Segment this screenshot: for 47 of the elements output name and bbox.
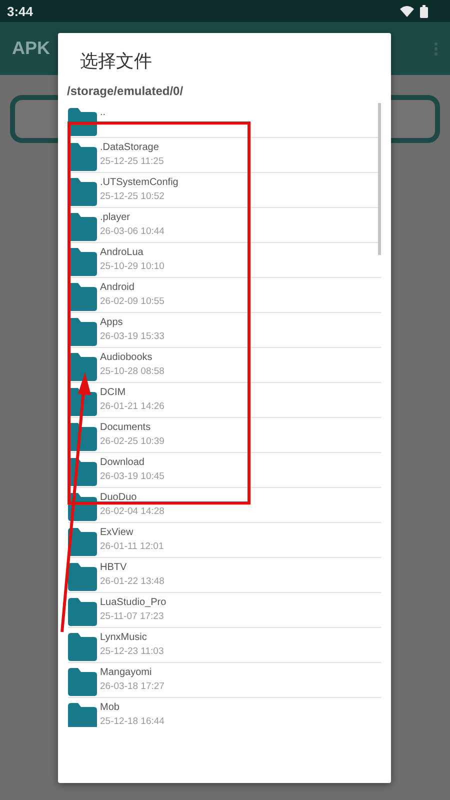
current-path: /storage/emulated/0/ (66, 83, 184, 100)
modified-date: 26-02-09 10:55 (100, 295, 164, 309)
folder-icon (68, 633, 97, 661)
modified-date: 25-12-25 11:25 (100, 155, 164, 169)
folder-name: .player (100, 211, 132, 225)
folder-name: Download (100, 456, 146, 470)
battery-icon (420, 4, 428, 18)
modified-date: 26-03-19 15:33 (100, 330, 164, 344)
modified-date: 26-02-04 14:28 (100, 505, 164, 519)
folder-name: ExView (100, 526, 134, 540)
folder-name: DCIM (100, 386, 127, 400)
modified-date: 26-02-25 10:39 (100, 435, 164, 449)
folder-icon (68, 598, 97, 626)
folder-name: AndroLua (100, 246, 144, 260)
folder-name: .. (100, 106, 106, 120)
scrollbar[interactable] (378, 103, 381, 255)
folder-icon (68, 563, 97, 591)
folder-name: LuaStudio_Pro (100, 596, 166, 610)
wifi-icon (400, 6, 414, 16)
folder-name: Documents (100, 421, 152, 435)
modified-date: 25-12-25 10:52 (100, 190, 166, 204)
folder-name: Mangayomi (100, 666, 153, 680)
folder-name: Audiobooks (100, 351, 154, 365)
folder-name: LynxMusic (100, 631, 148, 645)
modified-date: 25-10-29 10:10 (100, 260, 164, 274)
folder-name: Android (100, 281, 136, 295)
app-title: APK (12, 38, 50, 59)
folder-name: HBTV (100, 561, 128, 575)
folder-icon (68, 668, 97, 696)
modified-date: 25-11-07 17:23 (100, 610, 165, 624)
modified-date: 26-01-22 13:48 (100, 575, 164, 589)
status-time: 3:44 (7, 4, 34, 18)
modified-date: 25-10-28 08:58 (100, 365, 164, 379)
modified-date: 26-01-11 12:01 (100, 540, 164, 554)
folder-icon (68, 703, 97, 727)
modified-date: 26-03-19 10:45 (100, 470, 164, 484)
folder-name: .DataStorage (100, 141, 160, 155)
modified-date: 26-03-06 10:44 (100, 225, 164, 239)
modified-date: 25-12-23 11:03 (100, 645, 164, 659)
folder-name: Apps (100, 316, 124, 330)
folder-name: DuoDuo (100, 491, 138, 505)
dialog-title: 选择文件 (79, 50, 153, 73)
modified-date: 25-12-18 16:44 (100, 715, 164, 727)
folder-name: .UTSystemConfig (100, 176, 178, 190)
modified-date: 26-03-18 17:27 (100, 680, 164, 694)
folder-name: Mob (100, 701, 120, 715)
modified-date: 26-01-21 14:26 (100, 400, 164, 414)
